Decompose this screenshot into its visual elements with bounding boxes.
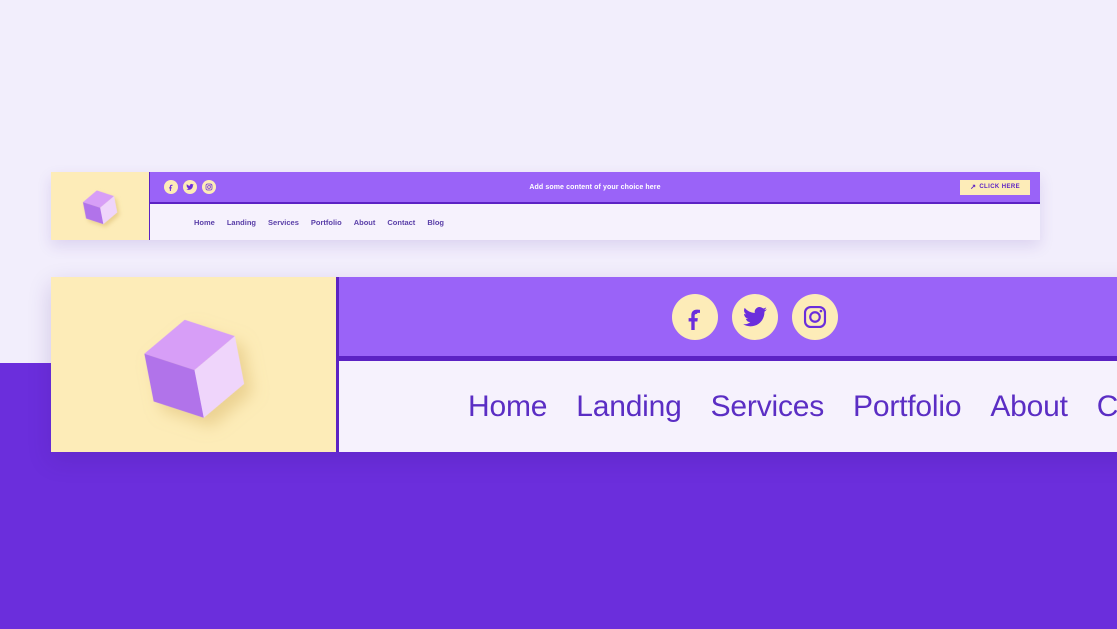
small-nav-item-services[interactable]: Services	[268, 218, 299, 227]
twitter-icon[interactable]	[732, 293, 778, 340]
small-banner-text: Add some content of your choice here	[529, 183, 661, 191]
twitter-icon[interactable]	[183, 180, 197, 194]
large-nav-item-services[interactable]: Services	[711, 390, 825, 424]
large-topbar	[339, 277, 1117, 361]
facebook-icon[interactable]	[672, 293, 718, 340]
instagram-icon[interactable]	[202, 180, 216, 194]
small-topbar: Add some content of your choice here ↗ C…	[150, 172, 1040, 204]
large-nav-item-about[interactable]: About	[990, 390, 1068, 424]
large-preview-card: Home Landing Services Portfolio About Co…	[51, 277, 1117, 452]
small-social-group	[164, 180, 216, 194]
small-nav-item-about[interactable]: About	[354, 218, 376, 227]
cube-logo-icon	[78, 184, 122, 228]
large-navbar: Home Landing Services Portfolio About Co…	[339, 361, 1117, 452]
click-here-button[interactable]: ↗ CLICK HERE	[960, 179, 1030, 195]
large-nav-item-landing[interactable]: Landing	[576, 390, 682, 424]
page-root: Add some content of your choice here ↗ C…	[0, 0, 1117, 629]
arrow-up-right-icon: ↗	[970, 183, 977, 191]
small-nav-item-contact[interactable]: Contact	[387, 218, 415, 227]
large-logo-panel	[51, 277, 339, 452]
small-card-body: Add some content of your choice here ↗ C…	[150, 172, 1040, 240]
instagram-icon[interactable]	[792, 293, 838, 340]
small-navbar: Home Landing Services Portfolio About Co…	[150, 204, 1040, 240]
small-logo-panel	[51, 172, 150, 240]
small-nav-item-blog[interactable]: Blog	[427, 218, 444, 227]
large-card-body: Home Landing Services Portfolio About Co…	[339, 277, 1117, 452]
small-nav-item-landing[interactable]: Landing	[227, 218, 256, 227]
click-here-button-label: CLICK HERE	[979, 184, 1020, 190]
small-nav-item-home[interactable]: Home	[194, 218, 215, 227]
small-nav-item-portfolio[interactable]: Portfolio	[311, 218, 342, 227]
cube-logo-icon	[130, 301, 258, 429]
facebook-icon[interactable]	[164, 180, 178, 194]
large-nav-item-home[interactable]: Home	[468, 390, 547, 424]
small-preview-card: Add some content of your choice here ↗ C…	[51, 172, 1040, 240]
large-nav-item-portfolio[interactable]: Portfolio	[853, 390, 961, 424]
large-nav-item-contact[interactable]: Contact	[1097, 390, 1117, 424]
